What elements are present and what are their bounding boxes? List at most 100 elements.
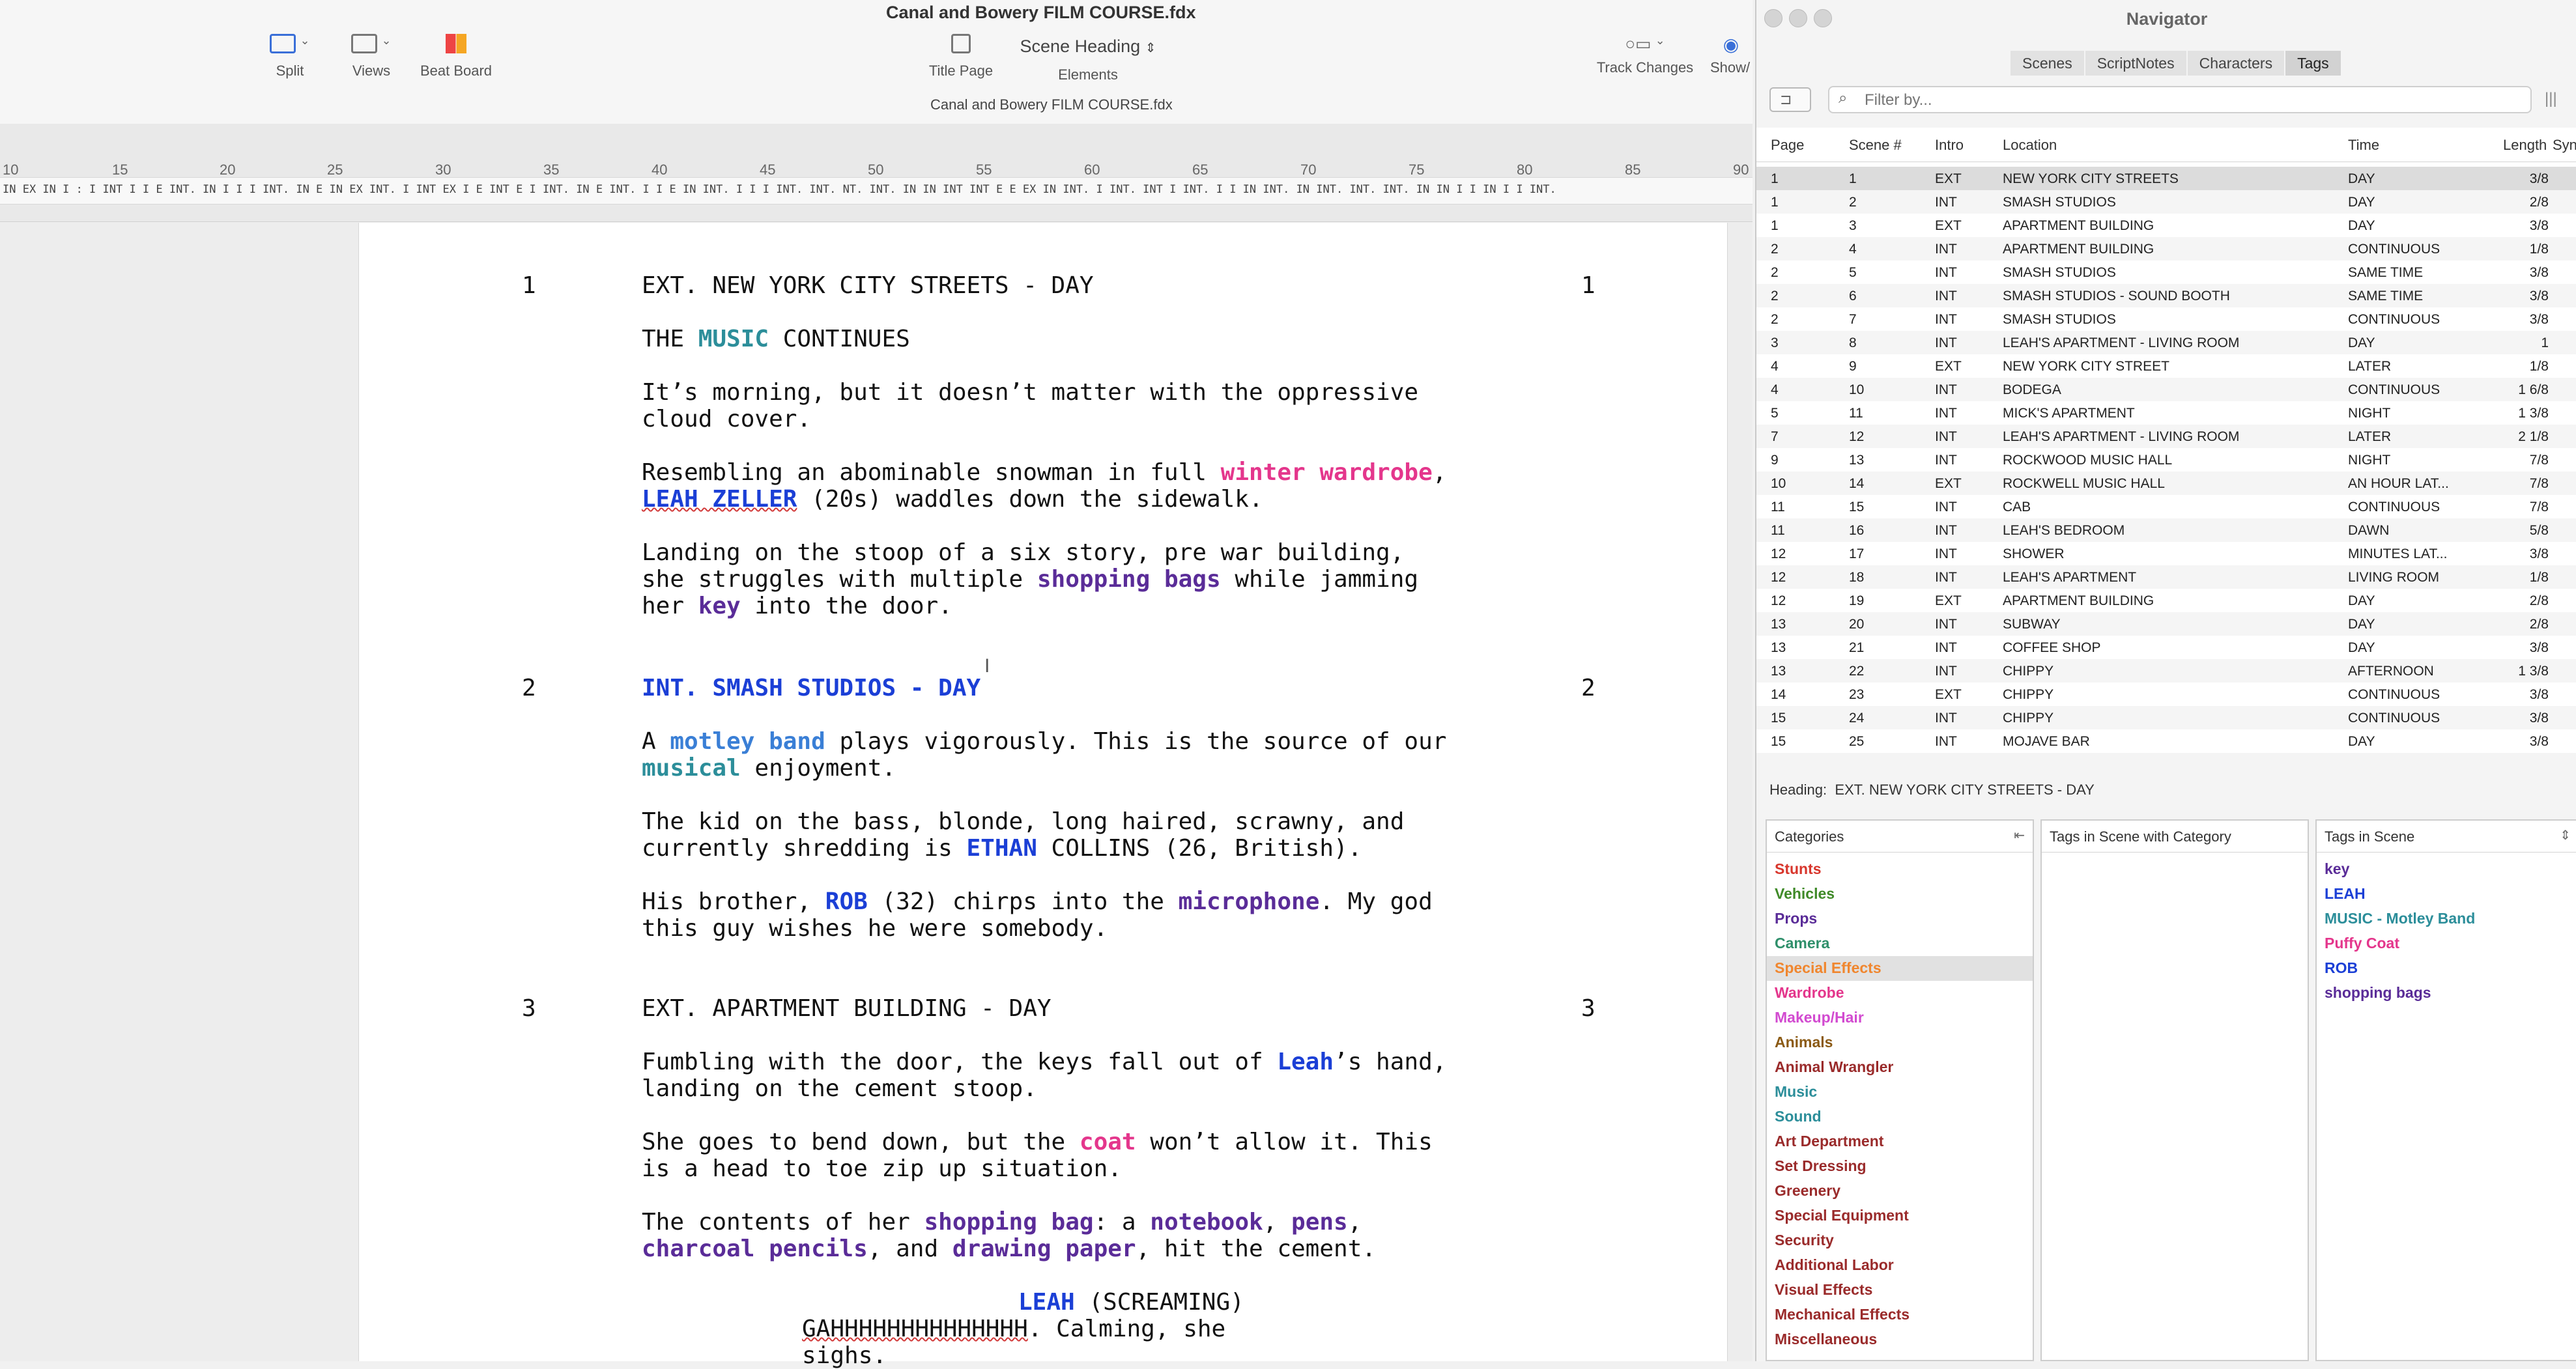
table-row[interactable]: 4 9 EXT NEW YORK CITY STREET LATER 1/8	[1756, 354, 2576, 378]
beat-board-button[interactable]: Beat Board	[417, 34, 495, 79]
category-item[interactable]: Visual Effects	[1775, 1281, 1872, 1306]
table-row[interactable]: 1 1 EXT NEW YORK CITY STREETS DAY 3/8	[1756, 167, 2576, 190]
category-item[interactable]: Special Effects	[1775, 959, 1882, 984]
character-cue[interactable]: LEAH (SCREAMING)	[1018, 1289, 1244, 1316]
scene-tag-item[interactable]: ROB	[2325, 959, 2358, 984]
scene-tag-item[interactable]: shopping bags	[2325, 984, 2431, 1009]
category-item[interactable]: Art Department	[1775, 1133, 1883, 1157]
table-row[interactable]: 9 13 INT ROCKWOOD MUSIC HALL NIGHT 7/8	[1756, 448, 2576, 472]
action-line[interactable]: A motley band plays vigorously. This is …	[642, 728, 1446, 755]
column-header-synopsis[interactable]: Syn	[2553, 137, 2576, 154]
filter-input[interactable]	[1863, 89, 2517, 112]
table-row[interactable]: 15 24 INT CHIPPY CONTINUOUS 3/8	[1756, 706, 2576, 729]
scene-strip[interactable]: IN EX IN I : I INT I I E INT. IN I I I I…	[0, 177, 1753, 205]
action-line[interactable]: The kid on the bass, blonde, long haired…	[642, 808, 1404, 835]
filter-field[interactable]: ⌕	[1828, 86, 2532, 113]
collapse-icon[interactable]: ⇤	[2014, 827, 2025, 843]
table-row[interactable]: 13 21 INT COFFEE SHOP DAY 3/8	[1756, 636, 2576, 659]
filter-tag-button[interactable]: ⊐	[1769, 87, 1811, 112]
table-row[interactable]: 1 3 EXT APARTMENT BUILDING DAY 3/8	[1756, 214, 2576, 237]
category-item[interactable]: Sound	[1775, 1108, 1822, 1133]
table-row[interactable]: 12 17 INT SHOWER MINUTES LAT... 3/8	[1756, 542, 2576, 565]
action-line[interactable]: Landing on the stoop of a six story, pre…	[642, 539, 1404, 566]
action-line[interactable]: It’s morning, but it doesn’t matter with…	[642, 379, 1418, 406]
track-changes-button[interactable]: ○▭ ⌄ Track Changes	[1590, 34, 1700, 76]
column-header-intro[interactable]: Intro	[1935, 137, 1964, 154]
table-row[interactable]: 11 16 INT LEAH'S BEDROOM DAWN 5/8	[1756, 518, 2576, 542]
category-item[interactable]: Security	[1775, 1232, 1834, 1256]
column-header-scene-number[interactable]: Scene #	[1849, 137, 1902, 154]
column-header-location[interactable]: Location	[2003, 137, 2057, 154]
action-line[interactable]: Fumbling with the door, the keys fall ou…	[642, 1049, 1446, 1075]
category-item[interactable]: Miscellaneous	[1775, 1331, 1877, 1355]
scene-tag-item[interactable]: MUSIC - Motley Band	[2325, 910, 2475, 935]
category-item[interactable]: Makeup/Hair	[1775, 1009, 1864, 1034]
action-line[interactable]: currently shredding is ETHAN COLLINS (26…	[642, 835, 1362, 862]
elements-popup[interactable]: Scene Heading ⇕	[1007, 34, 1169, 59]
tab-characters[interactable]: Characters	[2187, 51, 2285, 76]
table-row[interactable]: 2 5 INT SMASH STUDIOS SAME TIME 3/8	[1756, 261, 2576, 284]
category-item[interactable]: Animal Wrangler	[1775, 1058, 1893, 1083]
table-row[interactable]: 2 7 INT SMASH STUDIOS CONTINUOUS 3/8	[1756, 307, 2576, 331]
table-row[interactable]: 12 19 EXT APARTMENT BUILDING DAY 2/8	[1756, 589, 2576, 612]
scene-heading[interactable]: EXT. NEW YORK CITY STREETS - DAY	[642, 272, 1094, 299]
category-item[interactable]: Music	[1775, 1083, 1817, 1108]
action-line[interactable]: Resembling an abominable snowman in full…	[642, 459, 1446, 486]
views-button[interactable]: ⌄ Views	[345, 34, 397, 79]
column-header-time[interactable]: Time	[2348, 137, 2379, 154]
table-row[interactable]: 15 25 INT MOJAVE BAR DAY 3/8	[1756, 729, 2576, 753]
dialogue-line[interactable]: GAHHHHHHHHHHHHHH. Calming, she	[802, 1316, 1225, 1342]
action-line[interactable]: The contents of her shopping bag: a note…	[642, 1209, 1362, 1235]
table-row[interactable]: 2 4 INT APARTMENT BUILDING CONTINUOUS 1/8	[1756, 237, 2576, 261]
scene-tag-item[interactable]: key	[2325, 860, 2349, 885]
action-line[interactable]: THE MUSIC CONTINUES	[642, 326, 910, 352]
table-row[interactable]: 13 20 INT SUBWAY DAY 2/8	[1756, 612, 2576, 636]
category-item[interactable]: Special Equipment	[1775, 1207, 1909, 1232]
scene-heading[interactable]: EXT. APARTMENT BUILDING - DAY	[642, 995, 1052, 1022]
category-item[interactable]: Stunts	[1775, 860, 1822, 885]
action-line[interactable]: cloud cover.	[642, 406, 811, 432]
table-row[interactable]: 12 18 INT LEAH'S APARTMENT LIVING ROOM 1/8	[1756, 565, 2576, 589]
table-row[interactable]: 13 22 INT CHIPPY AFTERNOON 1 3/8	[1756, 659, 2576, 683]
sort-chevron-icon[interactable]: ⇕	[2560, 827, 2571, 843]
action-line[interactable]: His brother, ROB (32) chirps into the mi…	[642, 888, 1433, 915]
table-row[interactable]: 5 11 INT MICK'S APARTMENT NIGHT 1 3/8	[1756, 401, 2576, 425]
category-item[interactable]: Mechanical Effects	[1775, 1306, 1910, 1331]
script-page[interactable]: 1 1 EXT. NEW YORK CITY STREETS - DAY THE…	[358, 223, 1728, 1369]
action-line[interactable]: musical enjoyment.	[642, 755, 896, 782]
scene-tag-item[interactable]: Puffy Coat	[2325, 935, 2399, 959]
action-line[interactable]: landing on the cement stoop.	[642, 1075, 1037, 1102]
show-button[interactable]: ◉ Show/	[1710, 34, 1752, 76]
action-line[interactable]: is a head to toe zip up situation.	[642, 1155, 1122, 1182]
category-item[interactable]: Props	[1775, 910, 1817, 935]
column-header-length[interactable]: Length	[2503, 137, 2547, 154]
table-row[interactable]: 14 23 EXT CHIPPY CONTINUOUS 3/8	[1756, 683, 2576, 706]
action-line[interactable]: her key into the door.	[642, 593, 952, 619]
category-item[interactable]: Greenery	[1775, 1182, 1840, 1207]
table-row[interactable]: 2 6 INT SMASH STUDIOS - SOUND BOOTH SAME TIM…	[1756, 284, 2576, 307]
action-line[interactable]: this guy wishes he were somebody.	[642, 915, 1108, 942]
table-row[interactable]: 10 14 EXT ROCKWELL MUSIC HALL AN HOUR LAT...…	[1756, 472, 2576, 495]
tab-tags[interactable]: Tags	[2285, 51, 2341, 76]
column-header-page[interactable]: Page	[1771, 137, 1804, 154]
category-item[interactable]: Vehicles	[1775, 885, 1835, 910]
column-options-icon[interactable]: |||	[2545, 90, 2557, 108]
table-row[interactable]: 7 12 INT LEAH'S APARTMENT - LIVING ROOM LATE…	[1756, 425, 2576, 448]
title-page-button[interactable]: Title Page	[922, 34, 1000, 79]
action-line[interactable]: she struggles with multiple shopping bag…	[642, 566, 1418, 593]
table-row[interactable]: 4 10 INT BODEGA CONTINUOUS 1 6/8	[1756, 378, 2576, 401]
scene-heading[interactable]: INT. SMASH STUDIOS - DAY	[642, 675, 980, 701]
table-row[interactable]: 1 2 INT SMASH STUDIOS DAY 2/8	[1756, 190, 2576, 214]
scene-tag-item[interactable]: LEAH	[2325, 885, 2366, 910]
action-line[interactable]: LEAH ZELLER (20s) waddles down the sidew…	[642, 486, 1263, 513]
category-item[interactable]: Additional Labor	[1775, 1256, 1894, 1281]
dialogue-line[interactable]: sighs.	[802, 1342, 887, 1369]
category-item[interactable]: Animals	[1775, 1034, 1833, 1058]
action-line[interactable]: She goes to bend down, but the coat won’…	[642, 1129, 1433, 1155]
action-line[interactable]: charcoal pencils, and drawing paper, hit…	[642, 1235, 1376, 1262]
tab-scenes[interactable]: Scenes	[2011, 51, 2084, 76]
table-row[interactable]: 11 15 INT CAB CONTINUOUS 7/8	[1756, 495, 2576, 518]
split-button[interactable]: ⌄ Split	[264, 34, 316, 79]
category-item[interactable]: Wardrobe	[1775, 984, 1844, 1009]
tab-scriptnotes[interactable]: ScriptNotes	[2085, 51, 2186, 76]
